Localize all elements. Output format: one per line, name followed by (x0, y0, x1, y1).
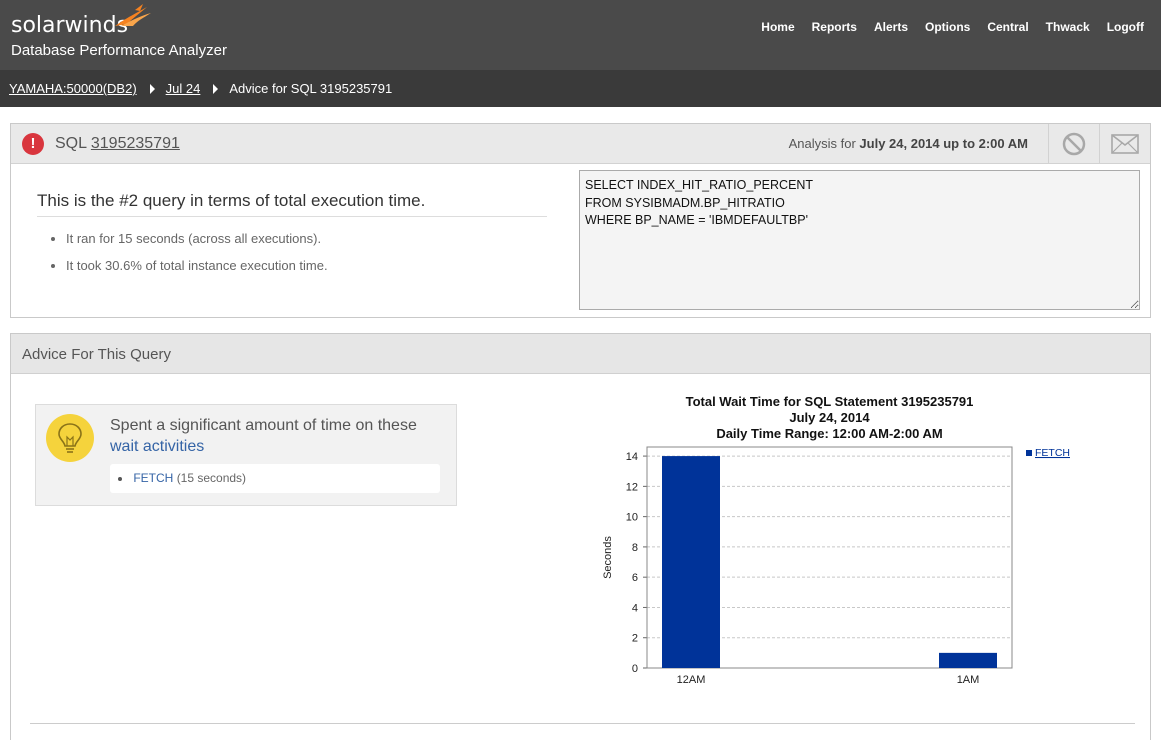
sql-panel-header: ! SQL 3195235791 Analysis for July 24, 2… (11, 124, 1150, 164)
y-tick-label: 12 (626, 481, 638, 493)
y-tick-label: 0 (632, 663, 638, 675)
divider (37, 216, 547, 217)
nav-alerts[interactable]: Alerts (874, 20, 908, 34)
email-button[interactable] (1099, 124, 1150, 164)
chart-title-line: July 24, 2014 (789, 410, 870, 425)
chart-title-line: Total Wait Time for SQL Statement 319523… (686, 394, 974, 409)
envelope-icon (1111, 134, 1139, 154)
main-nav: Home Reports Alerts Options Central Thwa… (744, 20, 1144, 34)
sql-title: SQL 3195235791 (55, 135, 180, 153)
advice-message: Spent a significant amount of time on th… (110, 417, 417, 434)
y-tick-label: 14 (626, 451, 638, 463)
breadcrumb-date[interactable]: Jul 24 (166, 81, 201, 96)
flame-icon (115, 4, 151, 26)
advice-text: Spent a significant amount of time on th… (110, 415, 417, 457)
sql-id-link[interactable]: 3195235791 (91, 135, 180, 152)
nav-options[interactable]: Options (925, 20, 970, 34)
bullet-icon (118, 476, 122, 481)
summary-title: This is the #2 query in terms of total e… (37, 191, 426, 210)
y-tick-label: 4 (632, 602, 638, 614)
wait-fetch-link[interactable]: FETCH (133, 471, 173, 485)
lightbulb-icon (46, 414, 94, 462)
divider (30, 723, 1135, 724)
chevron-right-icon (149, 83, 155, 94)
logo-product: Database Performance Analyzer (11, 42, 227, 59)
advice-panel-header: Advice For This Query (11, 334, 1150, 374)
sql-summary-panel: ! SQL 3195235791 Analysis for July 24, 2… (10, 123, 1151, 318)
block-icon (1062, 132, 1086, 156)
nav-central[interactable]: Central (987, 20, 1028, 34)
x-tick-label: 12AM (677, 674, 706, 686)
chart-bar (662, 456, 720, 668)
chevron-right-icon (213, 83, 219, 94)
logo[interactable]: solarwinds Database Performance Analyzer (11, 4, 227, 59)
list-item: It took 30.6% of total instance executio… (66, 258, 328, 273)
top-header: solarwinds Database Performance Analyzer… (0, 0, 1161, 70)
analysis-range-value: July 24, 2014 up to 2:00 AM (859, 136, 1028, 151)
nav-thwack[interactable]: Thwack (1046, 20, 1090, 34)
sql-text-area[interactable] (579, 170, 1140, 310)
breadcrumb-instance[interactable]: YAMAHA:50000(DB2) (9, 81, 137, 96)
breadcrumb-current: Advice for SQL 3195235791 (229, 81, 393, 96)
wait-activities-link[interactable]: wait activities (110, 438, 204, 455)
legend-swatch (1026, 450, 1032, 456)
nav-logoff[interactable]: Logoff (1107, 20, 1144, 34)
advice-card: Spent a significant amount of time on th… (35, 404, 457, 506)
wait-time-chart: Total Wait Time for SQL Statement 319523… (602, 394, 1070, 686)
wait-detail: (15 seconds) (176, 471, 247, 485)
ignore-button[interactable] (1048, 124, 1099, 164)
nav-reports[interactable]: Reports (812, 20, 857, 34)
alert-icon: ! (22, 133, 44, 155)
analysis-range: Analysis for July 24, 2014 up to 2:00 AM (789, 136, 1028, 151)
y-tick-label: 2 (632, 633, 638, 645)
wait-list: FETCH (15 seconds) (110, 464, 440, 493)
y-tick-label: 8 (632, 542, 638, 554)
breadcrumb: YAMAHA:50000(DB2) Jul 24 Advice for SQL … (0, 70, 1161, 107)
x-tick-label: 1AM (957, 674, 980, 686)
list-item: FETCH (15 seconds) (118, 471, 440, 485)
y-axis-label: Seconds (602, 536, 614, 579)
chart-bar (939, 652, 997, 668)
chart-title-line: Daily Time Range: 12:00 AM-2:00 AM (716, 426, 942, 441)
advice-panel-title: Advice For This Query (22, 346, 171, 363)
list-item: It ran for 15 seconds (across all execut… (66, 231, 328, 246)
sql-prefix: SQL (55, 135, 87, 152)
legend-entry[interactable]: FETCH (1035, 447, 1070, 459)
advice-panel: Advice For This Query Spent a significan… (10, 333, 1151, 740)
analysis-prefix: Analysis for (788, 136, 856, 151)
y-tick-label: 10 (626, 512, 638, 524)
y-tick-label: 6 (632, 572, 638, 584)
summary-bullets: It ran for 15 seconds (across all execut… (66, 231, 328, 285)
nav-home[interactable]: Home (761, 20, 794, 34)
